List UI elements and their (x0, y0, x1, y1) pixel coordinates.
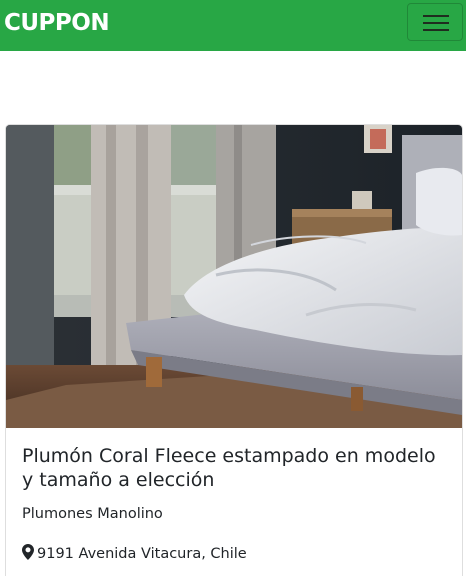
hamburger-menu-button[interactable] (407, 3, 463, 41)
deal-image[interactable] (6, 125, 462, 428)
location-text: 9191 Avenida Vitacura, Chile (37, 546, 247, 562)
deal-title[interactable]: Plumón Coral Fleece estampado en modelo … (22, 444, 452, 492)
map-marker-icon (22, 544, 34, 560)
brand-logo[interactable]: CUPPON (4, 8, 110, 38)
navbar: CUPPON (0, 0, 466, 51)
deal-location: 9191 Avenida Vitacura, Chile (22, 544, 247, 564)
merchant-name: Plumones Manolino (22, 506, 163, 522)
deal-card[interactable]: Plumón Coral Fleece estampado en modelo … (5, 124, 463, 576)
